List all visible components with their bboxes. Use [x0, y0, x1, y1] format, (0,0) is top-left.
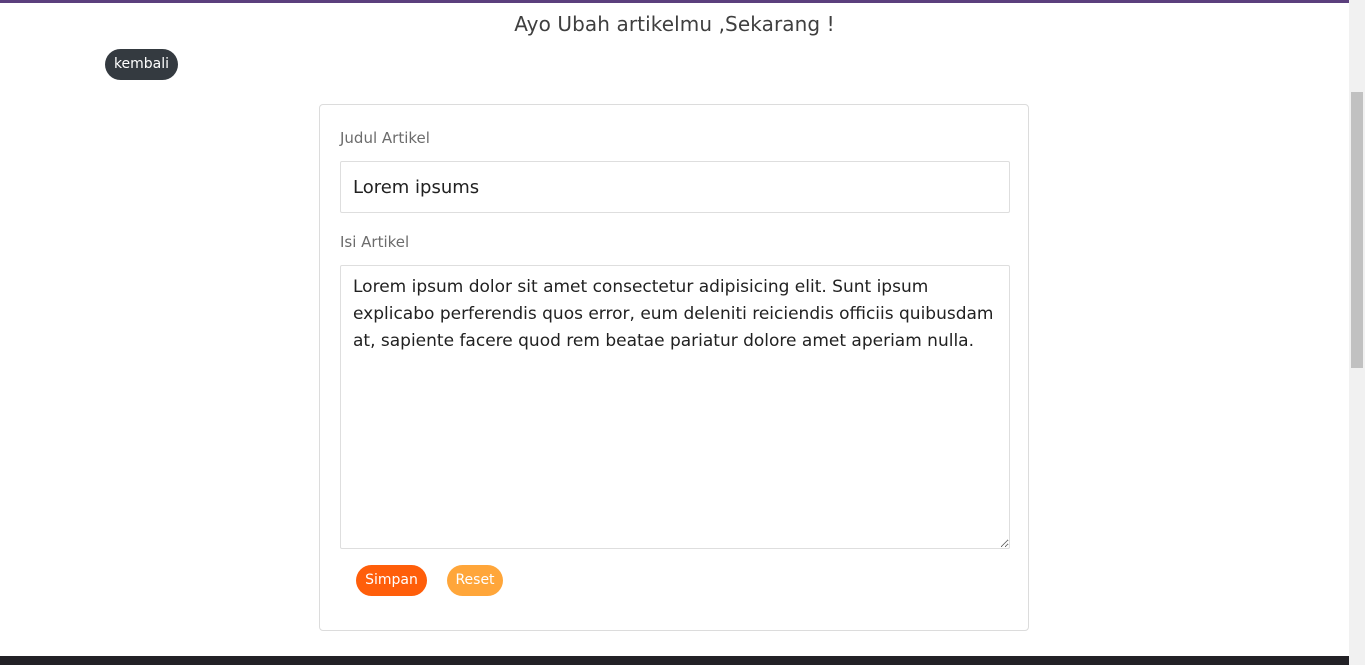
page-title: Ayo Ubah artikelmu ,Sekarang ! [514, 12, 835, 36]
footer-bar [0, 656, 1349, 665]
edit-article-form: Judul Artikel Isi Artikel Lorem ipsum do… [319, 104, 1029, 631]
content-textarea[interactable]: Lorem ipsum dolor sit amet consectetur a… [340, 265, 1010, 549]
back-button[interactable]: kembali [105, 49, 178, 80]
title-label: Judul Artikel [340, 129, 430, 147]
content-label: Isi Artikel [340, 233, 410, 251]
top-accent-bar [0, 0, 1349, 3]
title-input[interactable] [340, 161, 1010, 213]
page: Ayo Ubah artikelmu ,Sekarang ! kembali J… [0, 0, 1365, 665]
scrollbar-thumb[interactable] [1351, 92, 1363, 368]
reset-button[interactable]: Reset [447, 565, 503, 596]
save-button[interactable]: Simpan [356, 565, 427, 596]
